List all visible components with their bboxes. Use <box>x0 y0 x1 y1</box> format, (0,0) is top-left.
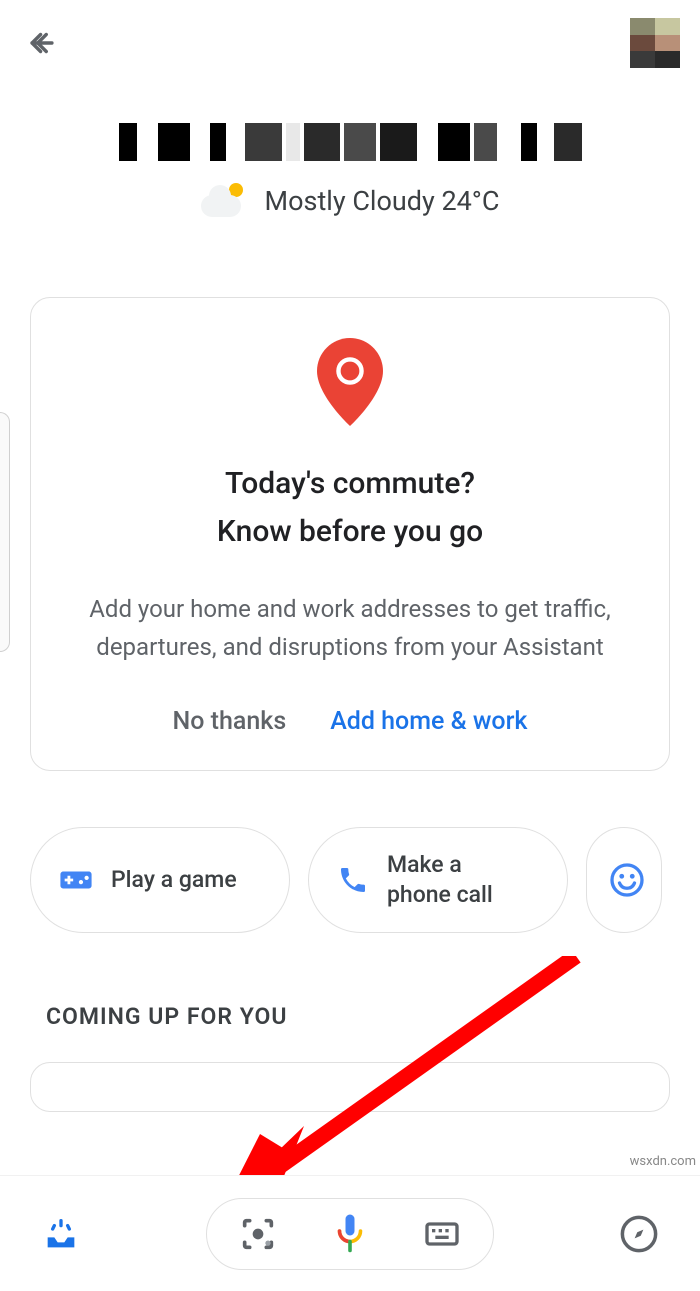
weather-text: Mostly Cloudy 24°C <box>265 185 500 217</box>
redacted-location-text <box>119 123 582 161</box>
chip-play-game[interactable]: Play a game <box>30 827 290 933</box>
profile-avatar[interactable] <box>630 18 680 68</box>
commute-card: Today's commute? Know before you go Add … <box>30 297 670 771</box>
inbox-sparkle-icon <box>41 1214 81 1254</box>
attribution-text: wsxdn.com <box>630 1154 696 1169</box>
smiley-icon <box>609 862 645 898</box>
keyboard-button[interactable] <box>421 1213 463 1255</box>
lens-icon <box>238 1214 278 1254</box>
coming-up-header: COMING UP FOR YOU <box>46 1003 700 1030</box>
back-button[interactable] <box>20 21 64 65</box>
compass-icon <box>618 1213 660 1255</box>
chip-emoji[interactable] <box>586 827 662 933</box>
updates-button[interactable] <box>40 1213 82 1255</box>
input-pill <box>206 1198 494 1270</box>
keyboard-icon <box>422 1214 462 1254</box>
upcoming-card[interactable] <box>30 1062 670 1112</box>
lens-button[interactable] <box>237 1213 279 1255</box>
edge-assistant-handle[interactable] <box>0 412 10 652</box>
chip-phone-call[interactable]: Make a phone call <box>308 827 568 933</box>
no-thanks-button[interactable]: No thanks <box>173 707 287 736</box>
commute-description: Add your home and work addresses to get … <box>59 590 641 667</box>
bottom-bar <box>0 1175 700 1291</box>
commute-title-1: Today's commute? <box>59 460 641 508</box>
commute-title-2: Know before you go <box>59 508 641 556</box>
location-pin-icon <box>317 338 383 426</box>
chip-label: Play a game <box>111 865 237 895</box>
add-home-work-button[interactable]: Add home & work <box>330 707 527 736</box>
game-controller-icon <box>59 863 93 897</box>
phone-icon <box>337 864 369 896</box>
explore-button[interactable] <box>618 1213 660 1255</box>
suggestion-chips-row: Play a game Make a phone call <box>0 771 700 933</box>
weather-cloudy-icon <box>201 181 247 221</box>
weather-row[interactable]: Mostly Cloudy 24°C <box>0 181 700 221</box>
voice-button[interactable] <box>329 1213 371 1255</box>
chip-label: Make a phone call <box>387 850 517 910</box>
mic-icon <box>332 1213 368 1255</box>
